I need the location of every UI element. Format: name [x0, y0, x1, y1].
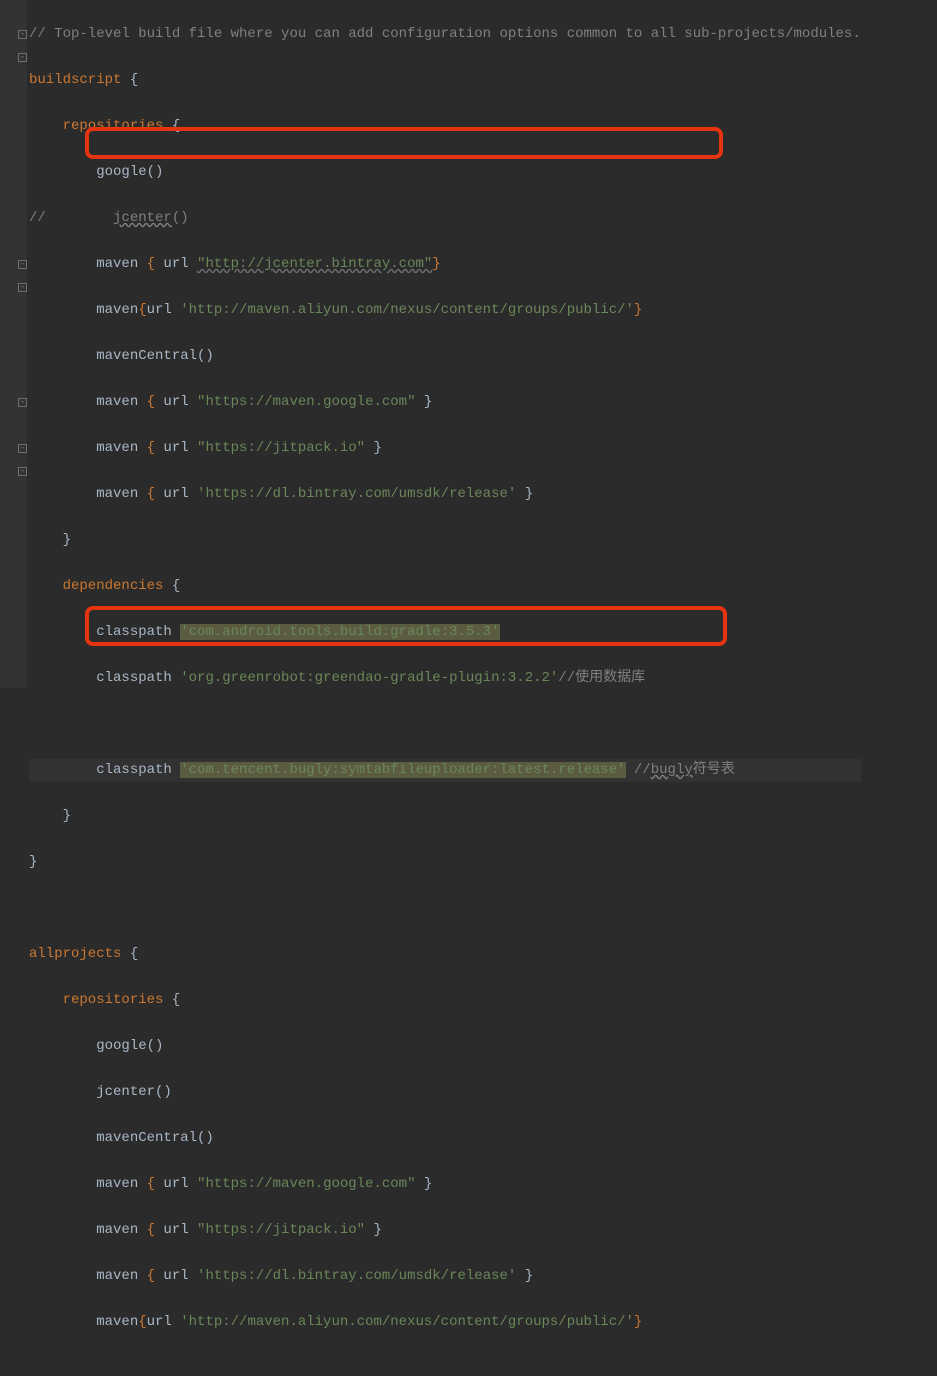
code-text: maven — [29, 440, 147, 456]
code-text: maven — [29, 1268, 147, 1284]
code-text: maven — [29, 486, 147, 502]
comment: () — [172, 210, 189, 226]
string: 'https://dl.bintray.com/umsdk/release' — [197, 1268, 516, 1284]
brace: { — [138, 1314, 146, 1330]
string-highlighted: 'com.tencent.bugly:symtabfileuploader:la… — [180, 762, 625, 778]
comment: //使用数据库 — [558, 670, 645, 686]
fold-icon[interactable]: - — [18, 53, 27, 62]
brace: } — [29, 854, 37, 870]
brace: } — [365, 1222, 382, 1238]
brace: { — [147, 1176, 155, 1192]
brace: { — [163, 992, 180, 1008]
brace: } — [29, 532, 71, 548]
comment: jcenter — [113, 210, 172, 226]
code-text: maven — [29, 1314, 138, 1330]
code-area[interactable]: // Top-level build file where you can ad… — [27, 0, 861, 688]
code-text: url — [147, 302, 181, 318]
comment: // — [29, 210, 113, 226]
gutter: - - - - - - - — [0, 0, 27, 688]
brace: { — [147, 394, 155, 410]
code-text: classpath — [29, 624, 180, 640]
brace: } — [415, 394, 432, 410]
brace: } — [634, 302, 642, 318]
code-editor[interactable]: - - - - - - - // Top-level build file wh… — [0, 0, 937, 688]
code-text: url — [155, 394, 197, 410]
keyword: buildscript — [29, 72, 121, 88]
string: "http://jcenter.bintray.com" — [197, 256, 432, 272]
code-text: url — [155, 440, 197, 456]
brace: { — [147, 440, 155, 456]
code-text: mavenCentral() — [29, 1130, 214, 1146]
brace: { — [147, 1268, 155, 1284]
code-text: classpath — [29, 762, 180, 778]
blank-line — [29, 716, 37, 732]
keyword: repositories — [29, 118, 163, 134]
code-text: url — [155, 256, 197, 272]
blank-line — [29, 900, 37, 916]
code-text: url — [155, 1268, 197, 1284]
code-text: jcenter() — [29, 1084, 172, 1100]
code-text: classpath — [29, 670, 180, 686]
string: "https://jitpack.io" — [197, 440, 365, 456]
code-text: mavenCentral() — [29, 348, 214, 364]
keyword: allprojects — [29, 946, 121, 962]
fold-icon[interactable]: - — [18, 398, 27, 407]
brace: { — [147, 256, 155, 272]
brace: { — [147, 1222, 155, 1238]
code-text: maven — [29, 394, 147, 410]
string: "https://maven.google.com" — [197, 394, 415, 410]
string: 'https://dl.bintray.com/umsdk/release' — [197, 486, 516, 502]
brace: } — [516, 1268, 533, 1284]
code-text: url — [155, 1222, 197, 1238]
fold-icon[interactable]: - — [18, 260, 27, 269]
string: 'http://maven.aliyun.com/nexus/content/g… — [180, 302, 634, 318]
code-text: url — [155, 1176, 197, 1192]
fold-icon[interactable]: - — [18, 30, 27, 39]
brace: { — [138, 302, 146, 318]
code-text: url — [155, 486, 197, 502]
brace: } — [415, 1176, 432, 1192]
brace: } — [29, 808, 71, 824]
comment: // Top-level build file where you can ad… — [29, 26, 861, 42]
blank-line — [29, 1360, 37, 1376]
fold-icon[interactable]: - — [18, 283, 27, 292]
brace: { — [163, 578, 180, 594]
code-text: google() — [29, 1038, 163, 1054]
keyword: dependencies — [29, 578, 163, 594]
brace: { — [163, 118, 180, 134]
brace: } — [516, 486, 533, 502]
string: 'org.greenrobot:greendao-gradle-plugin:3… — [180, 670, 558, 686]
string: 'http://maven.aliyun.com/nexus/content/g… — [180, 1314, 634, 1330]
brace: } — [365, 440, 382, 456]
code-text: google() — [29, 164, 163, 180]
keyword: repositories — [29, 992, 163, 1008]
code-text: maven — [29, 1176, 147, 1192]
code-text: maven — [29, 1222, 147, 1238]
comment: bugly — [651, 762, 693, 778]
brace: { — [121, 946, 138, 962]
fold-icon[interactable]: - — [18, 444, 27, 453]
string: "https://jitpack.io" — [197, 1222, 365, 1238]
brace: { — [121, 72, 138, 88]
comment: // — [626, 762, 651, 778]
string-highlighted: 'com.android.tools.build:gradle:3.5.3' — [180, 624, 499, 640]
code-text: maven — [29, 302, 138, 318]
comment: 符号表 — [693, 762, 735, 778]
fold-icon[interactable]: - — [18, 467, 27, 476]
code-text: maven — [29, 256, 147, 272]
brace: } — [432, 256, 440, 272]
brace: { — [147, 486, 155, 502]
code-text: url — [147, 1314, 181, 1330]
brace: } — [634, 1314, 642, 1330]
string: "https://maven.google.com" — [197, 1176, 415, 1192]
